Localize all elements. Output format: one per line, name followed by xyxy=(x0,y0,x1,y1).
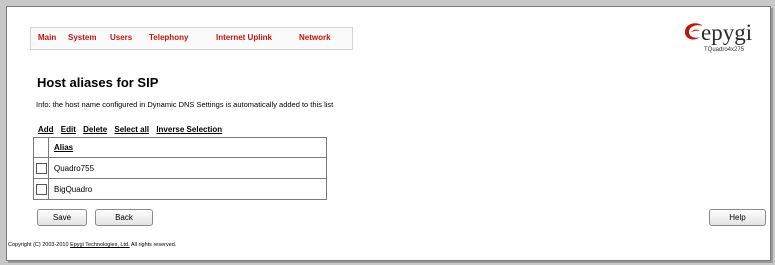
row-checkbox-cell xyxy=(33,157,49,179)
menu-users[interactable]: Users xyxy=(110,33,132,42)
info-text: Info: the host name configured in Dynami… xyxy=(36,100,334,109)
alias-column-header[interactable]: Alias xyxy=(48,137,327,158)
select-all-link[interactable]: Select all xyxy=(114,125,149,134)
alias-cell: BigQuadro xyxy=(48,178,327,200)
table-row: Quadro755 xyxy=(33,157,327,179)
menu-internet-uplink[interactable]: Internet Uplink xyxy=(216,33,272,42)
menu-main[interactable]: Main xyxy=(38,33,56,42)
action-bar: Add Edit Delete Select all Inverse Selec… xyxy=(38,125,227,134)
company-link[interactable]: Epygi Technologies, Ltd. xyxy=(70,242,130,248)
epygi-logo: epygi TQuadro4x275 xyxy=(683,20,761,60)
add-link[interactable]: Add xyxy=(38,125,54,134)
copyright-prefix: Copyright (C) 2003-2010 xyxy=(8,242,69,248)
save-button[interactable]: Save xyxy=(37,209,87,226)
help-button[interactable]: Help xyxy=(709,209,766,226)
main-menu: Main System Users Telephony Internet Upl… xyxy=(30,27,353,50)
table-row: BigQuadro xyxy=(33,178,327,200)
aliases-table: Alias Quadro755 BigQuadro xyxy=(33,137,327,200)
menu-network[interactable]: Network xyxy=(299,33,331,42)
copyright-footer: Copyright (C) 2003-2010 Epygi Technologi… xyxy=(8,242,176,248)
menu-system[interactable]: System xyxy=(68,33,96,42)
row-checkbox[interactable] xyxy=(35,162,47,174)
delete-link[interactable]: Delete xyxy=(83,125,107,134)
row-checkbox[interactable] xyxy=(35,183,47,195)
page-title: Host aliases for SIP xyxy=(37,75,159,90)
copyright-suffix: All rights reserved. xyxy=(130,242,177,248)
header-checkbox-cell xyxy=(33,137,49,158)
edit-link[interactable]: Edit xyxy=(61,125,76,134)
logo-brand-text: epygi xyxy=(701,20,753,45)
table-header-row: Alias xyxy=(33,137,327,158)
row-checkbox-cell xyxy=(33,178,49,200)
menu-telephony[interactable]: Telephony xyxy=(149,33,188,42)
device-model: TQuadro4x275 xyxy=(704,47,745,53)
back-button[interactable]: Back xyxy=(95,209,153,226)
inverse-selection-link[interactable]: Inverse Selection xyxy=(156,125,222,134)
alias-cell: Quadro755 xyxy=(48,157,327,179)
